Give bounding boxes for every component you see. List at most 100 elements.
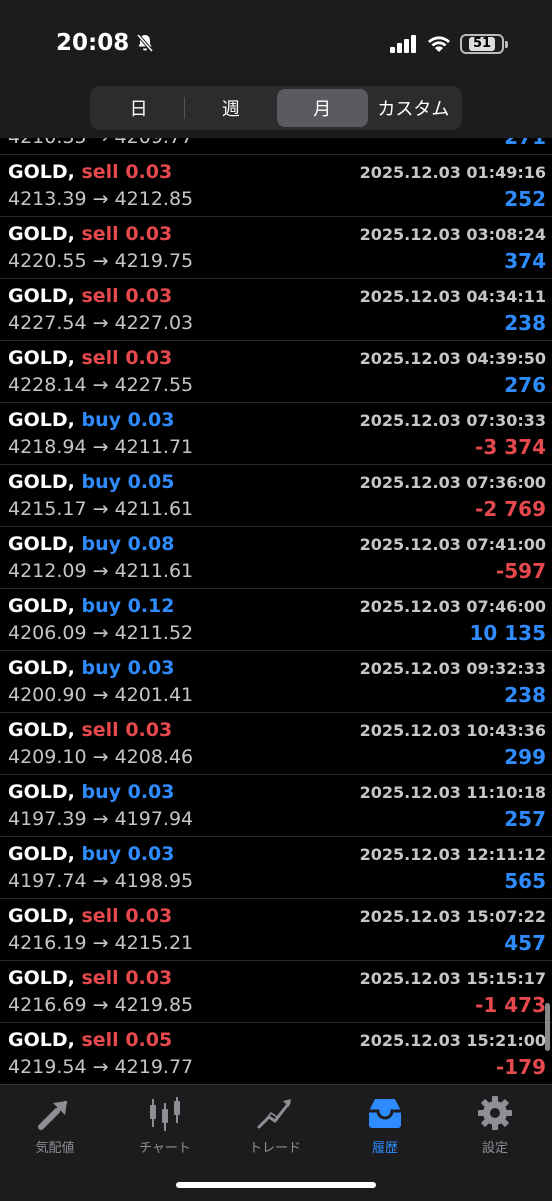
segment-month[interactable]: 月 <box>276 89 368 127</box>
symbol-name: GOLD, <box>8 843 75 865</box>
symbol-name: GOLD, <box>8 533 75 555</box>
battery-level: 51 <box>468 37 496 51</box>
trade-side: buy <box>81 781 121 803</box>
trade-row[interactable]: GOLD, sell 0.03 2025.12.03 15:15:17 4216.6… <box>0 961 552 1023</box>
tab-history[interactable]: 履歴 <box>330 1093 440 1156</box>
trade-date: 2025.12.03 09:32:33 <box>359 659 546 678</box>
status-bar: 20:08 51 <box>0 0 552 88</box>
trade-side: sell <box>81 719 119 741</box>
trade-profit: -2 769 <box>475 497 546 521</box>
trade-volume: 0.03 <box>125 285 173 307</box>
trade-prices: 4216.19 → 4215.21 <box>8 932 194 954</box>
scrollbar[interactable] <box>545 1003 550 1051</box>
trade-symbol: GOLD, buy 0.03 <box>8 409 175 431</box>
segment-week[interactable]: 週 <box>185 89 276 127</box>
trade-symbol: GOLD, buy 0.08 <box>8 533 175 555</box>
trade-prices: 4200.90 → 4201.41 <box>8 684 194 706</box>
trade-prices: 4228.14 → 4227.55 <box>8 374 194 396</box>
trade-volume: 0.03 <box>127 781 175 803</box>
trade-prices: 4218.94 → 4211.71 <box>8 436 194 458</box>
trade-date: 2025.12.03 01:49:16 <box>359 163 546 182</box>
segment-custom[interactable]: カスタム <box>368 89 459 127</box>
trade-date: 2025.12.03 04:34:11 <box>359 287 546 306</box>
quotes-icon <box>38 1101 67 1130</box>
tab-label: 設定 <box>481 1141 508 1156</box>
trade-symbol: GOLD, buy 0.03 <box>8 781 175 803</box>
symbol-name: GOLD, <box>8 347 75 369</box>
segment-day[interactable]: 日 <box>93 89 184 127</box>
trade-row[interactable]: GOLD, sell 0.03 2025.12.03 03:08:24 4220.5… <box>0 217 552 279</box>
trade-row[interactable]: GOLD, sell 0.03 2025.12.03 15:07:22 4216.1… <box>0 899 552 961</box>
trade-profit: 565 <box>504 869 546 893</box>
tab-quotes[interactable]: 気配値 <box>0 1093 110 1156</box>
trade-date: 2025.12.03 03:08:24 <box>359 225 546 244</box>
trade-profit: 10 135 <box>469 621 546 645</box>
trade-prices: 4197.74 → 4198.95 <box>8 870 194 892</box>
trade-profit: 238 <box>504 311 546 335</box>
trade-prices: 4209.10 → 4208.46 <box>8 746 194 768</box>
trade-row[interactable]: GOLD, sell 0.03 2025.12.03 01:49:16 4213.3… <box>0 155 552 217</box>
trade-prices: 4206.09 → 4211.52 <box>8 622 194 644</box>
trade-profit: -597 <box>495 559 546 583</box>
trade-prices: 4220.55 → 4219.75 <box>8 250 194 272</box>
tab-label: 履歴 <box>371 1141 398 1156</box>
trade-side: sell <box>81 905 119 927</box>
battery-icon: 51 <box>460 34 508 54</box>
bell-muted-icon <box>136 33 154 53</box>
trade-row[interactable]: GOLD, sell 0.03 2025.12.03 04:34:11 4227.5… <box>0 279 552 341</box>
trade-prices: 4210.35 → 4209.77 <box>8 138 193 148</box>
trade-side: sell <box>81 161 119 183</box>
trade-date: 2025.12.03 15:21:00 <box>359 1031 546 1050</box>
chart-icon <box>150 1097 180 1131</box>
trade-side: buy <box>81 409 121 431</box>
trade-row[interactable]: GOLD, sell 0.03 2025.12.03 10:43:36 4209.1… <box>0 713 552 775</box>
symbol-name: GOLD, <box>8 719 75 741</box>
clock: 20:08 <box>56 30 155 56</box>
tab-chart[interactable]: チャート <box>110 1093 220 1156</box>
trade-date: 2025.12.03 15:07:22 <box>359 907 546 926</box>
trade-volume: 0.08 <box>127 533 175 555</box>
trade-icon <box>257 1099 291 1129</box>
period-segmented-control: 日 週 月 カスタム <box>90 86 462 130</box>
trade-volume: 0.03 <box>125 347 173 369</box>
trade-volume: 0.03 <box>127 409 175 431</box>
symbol-name: GOLD, <box>8 595 75 617</box>
trade-side: buy <box>81 533 121 555</box>
tab-trade[interactable]: トレード <box>220 1093 330 1156</box>
trade-date: 2025.12.03 15:15:17 <box>359 969 546 988</box>
trade-row[interactable]: GOLD, buy 0.03 2025.12.03 07:30:33 4218.94… <box>0 403 552 465</box>
trade-volume: 0.05 <box>127 471 175 493</box>
history-icon <box>369 1099 401 1128</box>
status-icons: 51 <box>390 34 508 54</box>
trade-symbol: GOLD, sell 0.03 <box>8 719 172 741</box>
trade-side: sell <box>81 1029 119 1051</box>
trade-volume: 0.03 <box>125 905 173 927</box>
trade-row[interactable]: GOLD, sell 0.05 2025.12.03 15:21:00 4219.5… <box>0 1023 552 1084</box>
trade-date: 2025.12.03 07:36:00 <box>359 473 546 492</box>
trade-row[interactable]: GOLD, buy 0.03 2025.12.03 11:10:18 4197.39… <box>0 775 552 837</box>
trade-date: 2025.12.03 10:43:36 <box>359 721 546 740</box>
trade-prices: 4213.39 → 4212.85 <box>8 188 194 210</box>
trade-row[interactable]: GOLD, buy 0.03 2025.12.03 09:32:33 4200.90… <box>0 651 552 713</box>
trade-date: 2025.12.03 11:10:18 <box>359 783 546 802</box>
trade-row[interactable]: GOLD, buy 0.05 2025.12.03 07:36:00 4215.17… <box>0 465 552 527</box>
trade-history-list[interactable]: GOLD, sell 0.032025.12.03 01:38:454210.3… <box>0 138 552 1084</box>
trade-row[interactable]: GOLD, buy 0.12 2025.12.03 07:46:00 4206.09… <box>0 589 552 651</box>
trade-row[interactable]: GOLD, sell 0.03 2025.12.03 04:39:50 4228.1… <box>0 341 552 403</box>
symbol-name: GOLD, <box>8 781 75 803</box>
trade-row[interactable]: GOLD, buy 0.03 2025.12.03 12:11:12 4197.74… <box>0 837 552 899</box>
trade-row[interactable]: GOLD, buy 0.08 2025.12.03 07:41:00 4212.09… <box>0 527 552 589</box>
trade-history-rows: GOLD, sell 0.032025.12.03 01:38:454210.3… <box>0 138 552 1084</box>
trade-symbol: GOLD, buy 0.03 <box>8 843 175 865</box>
trade-prices: 4227.54 → 4227.03 <box>8 312 194 334</box>
cellular-signal-icon <box>390 35 416 53</box>
trade-row[interactable]: GOLD, sell 0.032025.12.03 01:38:454210.3… <box>0 138 552 155</box>
tab-settings[interactable]: 設定 <box>440 1093 550 1156</box>
gear-icon <box>478 1096 512 1130</box>
trade-volume: 0.03 <box>125 719 173 741</box>
trade-symbol: GOLD, sell 0.03 <box>8 905 172 927</box>
trade-volume: 0.03 <box>125 161 173 183</box>
symbol-name: GOLD, <box>8 967 75 989</box>
trade-date: 2025.12.03 07:41:00 <box>359 535 546 554</box>
trade-side: buy <box>81 657 121 679</box>
